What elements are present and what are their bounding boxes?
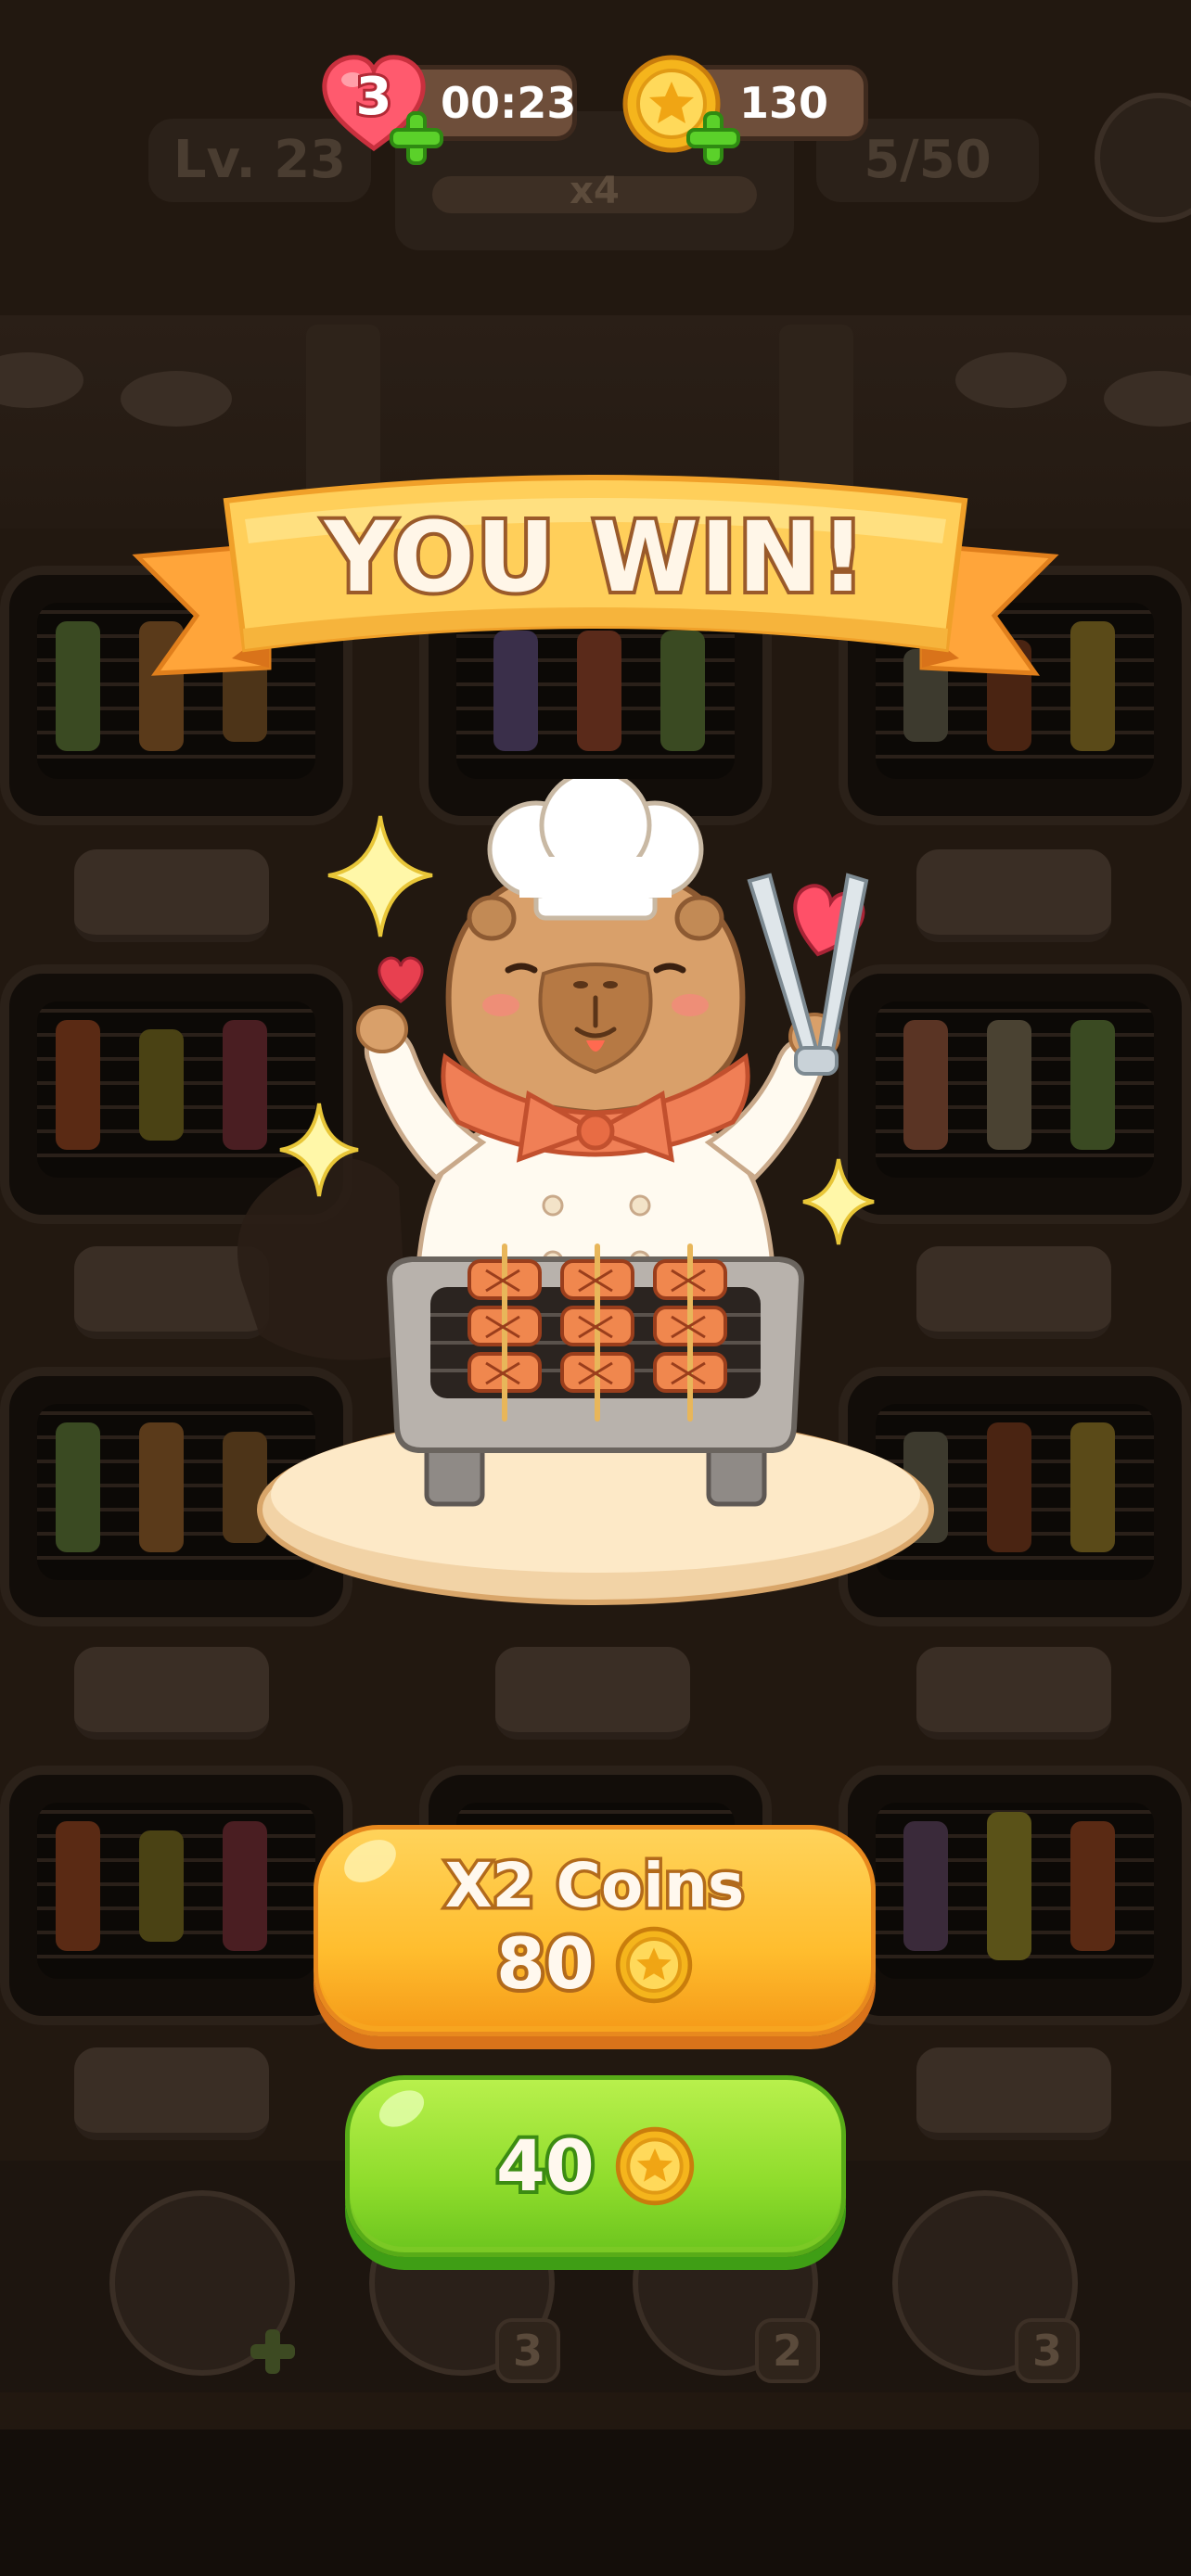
win-title: YOU WIN! (321, 497, 869, 618)
add-lives-plus-icon[interactable] (390, 111, 443, 165)
multiplier-label: x4 (570, 170, 620, 212)
undo-count: 3 (512, 2326, 543, 2376)
shuffle-count-badge: 2 (755, 2318, 820, 2383)
tray (74, 1647, 269, 1740)
game-screen: Lv. 23 x4 5/50 3 2 3 00:23 3 130 YOU WIN… (0, 0, 1191, 2576)
tray (74, 2047, 269, 2140)
button-shine (372, 2083, 431, 2135)
settings-gear-icon[interactable] (1095, 93, 1191, 223)
chef-capybara-illustration (0, 769, 1191, 1641)
grill-slot[interactable] (839, 1766, 1191, 2025)
tray (916, 1647, 1111, 1740)
claim-coins-amount: 40 (493, 2121, 598, 2211)
tray (495, 1647, 690, 1740)
double-coins-label: X2 Coins (442, 1847, 747, 1925)
hammer-count-badge: 3 (1015, 2318, 1080, 2383)
bottom-bar (0, 2429, 1191, 2576)
hammer-count: 3 (1031, 2326, 1062, 2376)
coin-balance: 130 (738, 78, 829, 128)
add-coins-plus-icon[interactable] (686, 111, 740, 165)
claim-coins-button[interactable]: 40 (345, 2075, 846, 2257)
bag-add-plus-icon[interactable] (247, 2326, 299, 2378)
tray (916, 2047, 1111, 2140)
shuffle-count: 2 (772, 2326, 802, 2376)
double-coins-amount: 80 (493, 1919, 598, 2009)
coin-icon (615, 1926, 693, 2004)
coin-icon (615, 2126, 695, 2206)
lives-timer: 00:23 (441, 78, 577, 128)
grill-slot[interactable] (0, 1766, 352, 2025)
progress-label: 5/50 (864, 130, 992, 190)
double-coins-button[interactable]: X2 Coins 80 (314, 1825, 876, 2036)
undo-count-badge: 3 (495, 2318, 560, 2383)
